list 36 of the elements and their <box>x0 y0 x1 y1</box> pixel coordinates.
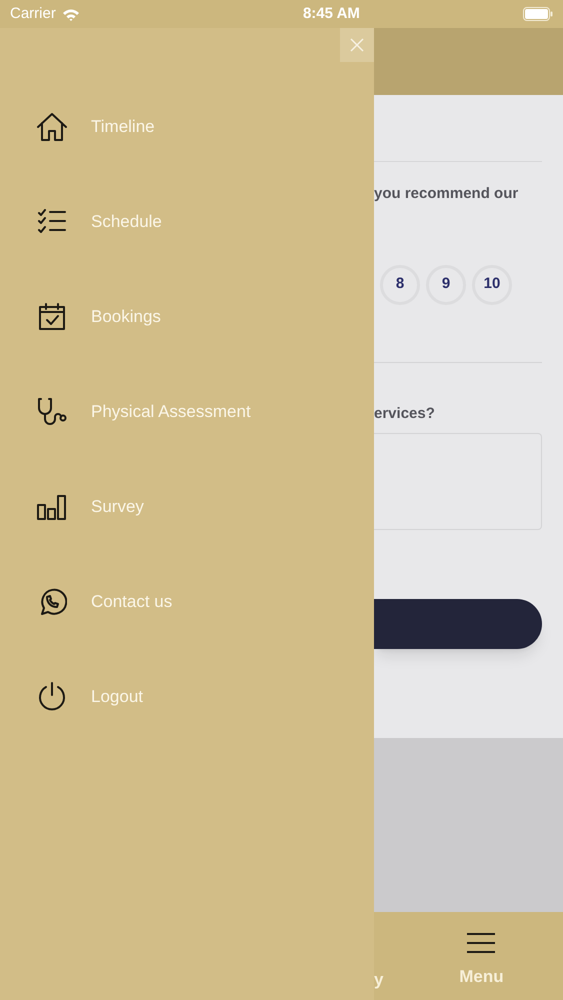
menu-item[interactable]: Logout <box>0 649 374 744</box>
bar-chart-icon <box>36 492 68 520</box>
menu-tab[interactable]: Menu <box>451 912 512 990</box>
menu-item-label: Bookings <box>91 306 161 328</box>
question-text: ervices? <box>374 404 436 424</box>
power-icon <box>37 680 67 712</box>
menu-item-label: Survey <box>91 496 144 518</box>
menu-item-label: Schedule <box>91 210 162 233</box>
menu-item-label: Contact us <box>91 590 172 613</box>
score-option[interactable]: 8 <box>380 264 420 304</box>
score-option[interactable]: 9 <box>426 264 466 304</box>
close-icon <box>350 38 364 52</box>
submit-button[interactable] <box>374 599 542 649</box>
question-text: you recommend our <box>374 184 520 204</box>
menu-icon <box>467 932 496 954</box>
score-option[interactable]: 10 <box>472 264 512 304</box>
carrier-label: Carrier <box>10 4 56 24</box>
menu-item[interactable]: Physical Assessment <box>0 364 374 459</box>
menu-item-label: Timeline <box>91 116 155 138</box>
close-button[interactable] <box>340 28 374 62</box>
time-label: 8:45 AM <box>302 4 360 24</box>
menu-item[interactable]: Bookings <box>0 269 374 364</box>
wifi-icon <box>62 8 80 20</box>
menu-item-label: Physical Assessment <box>91 400 251 423</box>
stethoscope-icon <box>36 396 68 426</box>
menu-item[interactable]: Timeline <box>0 79 374 174</box>
menu-item[interactable]: Contact us <box>0 554 374 649</box>
menu-item[interactable]: Schedule <box>0 174 374 269</box>
home-icon <box>36 112 68 142</box>
battery-icon <box>523 7 553 21</box>
checklist-icon <box>37 208 67 234</box>
tab-label: y <box>374 969 384 991</box>
calendar-check-icon <box>38 302 66 330</box>
menu-item[interactable]: Survey <box>0 459 374 554</box>
menu-item-label: Logout <box>91 686 143 708</box>
answer-box[interactable] <box>374 433 542 530</box>
